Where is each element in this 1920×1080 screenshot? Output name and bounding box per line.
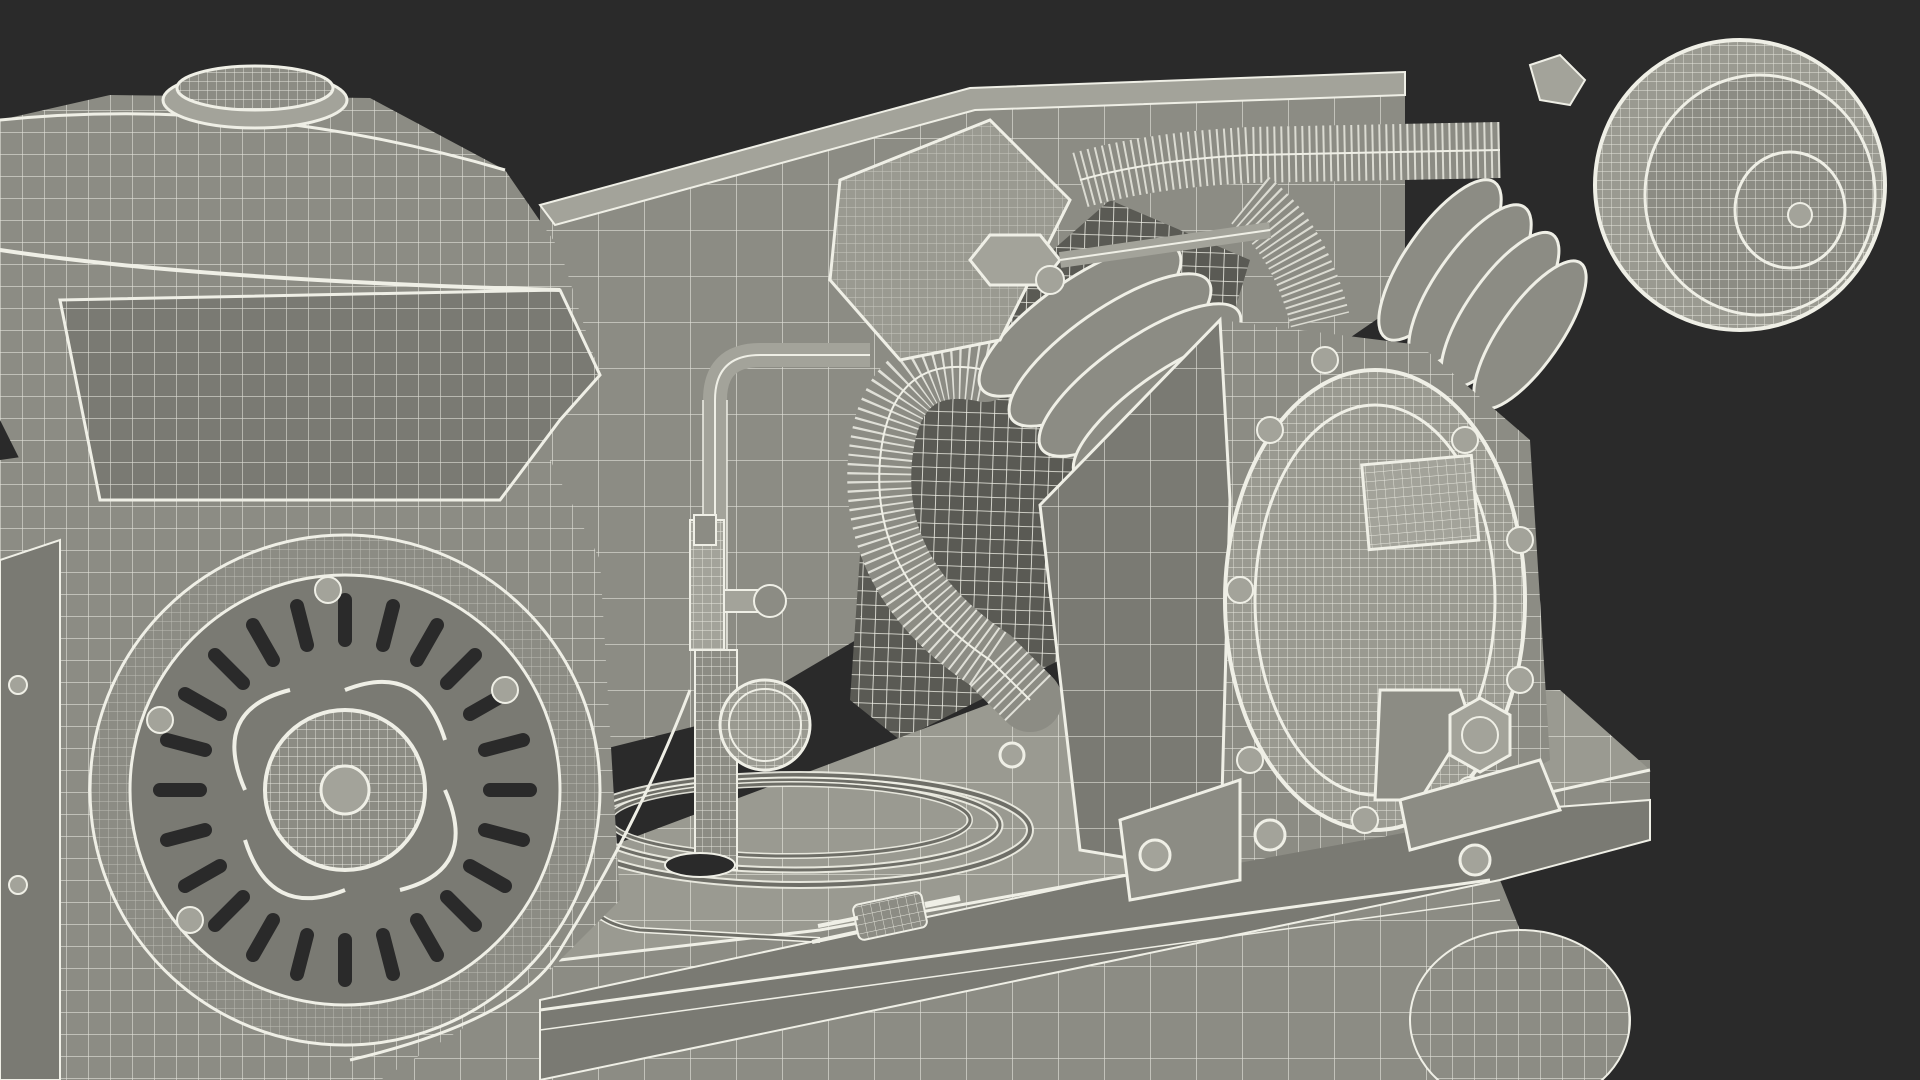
flywheel-fan-cover [88, 533, 602, 1047]
fuel-cap [161, 64, 349, 130]
wireframe-render [0, 0, 1920, 1080]
